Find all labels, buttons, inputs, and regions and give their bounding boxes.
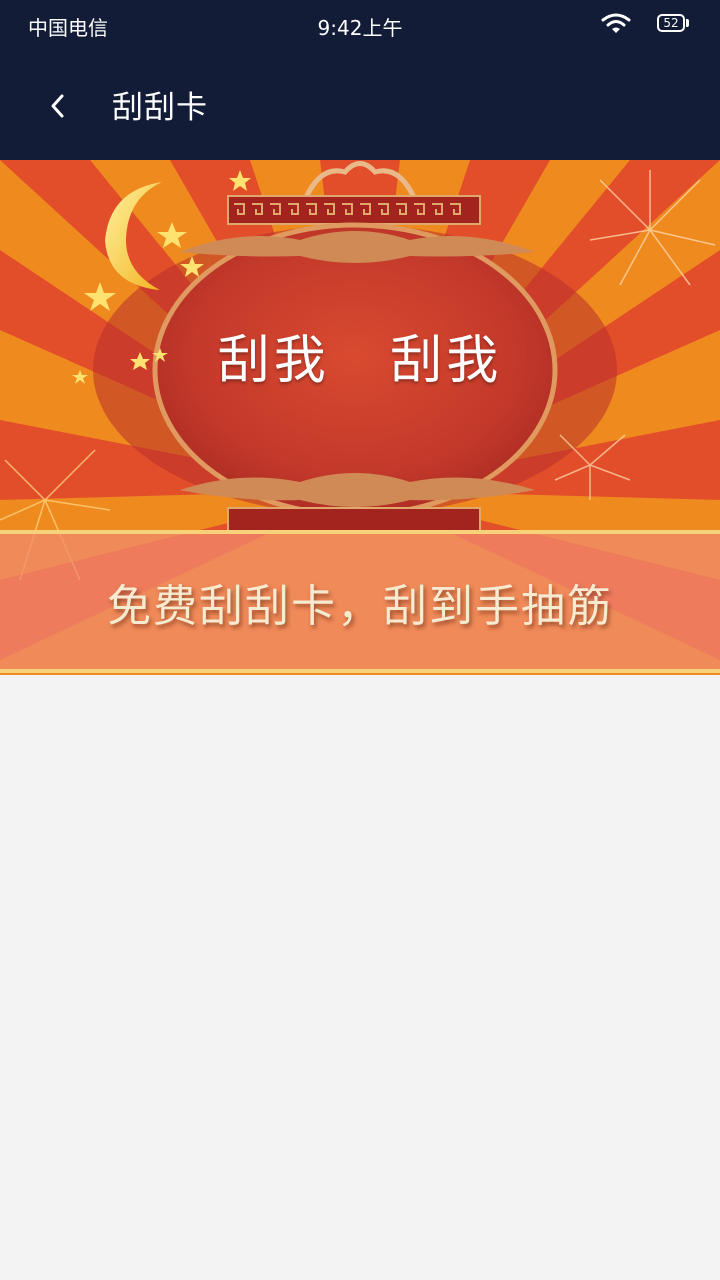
page-title: 刮刮卡 [112, 90, 208, 126]
scratch-label-2: 刮我 [390, 331, 503, 391]
promo-text: 免费刮刮卡，刮到手抽筋 [107, 581, 613, 632]
back-button[interactable] [36, 84, 80, 128]
scratch-card-banner[interactable]: 刮我 刮我 免费刮刮卡，刮到手抽筋 [0, 160, 720, 675]
chevron-left-icon [51, 94, 64, 118]
promo-strip-top-border [0, 530, 720, 534]
app-bar: 刮刮卡 [0, 50, 720, 160]
scratch-label-1: 刮我 [217, 331, 330, 391]
lantern-bottom-band [227, 507, 481, 533]
battery-level: 52 [663, 16, 679, 30]
battery-tip [686, 19, 689, 27]
wifi-icon [601, 13, 631, 33]
status-bar: 中国电信 9:42上午 52 [0, 0, 720, 50]
battery-icon: 52 [657, 14, 685, 32]
promo-strip-bottom-border [0, 669, 720, 673]
scratch-prompt[interactable]: 刮我 刮我 [0, 318, 720, 393]
